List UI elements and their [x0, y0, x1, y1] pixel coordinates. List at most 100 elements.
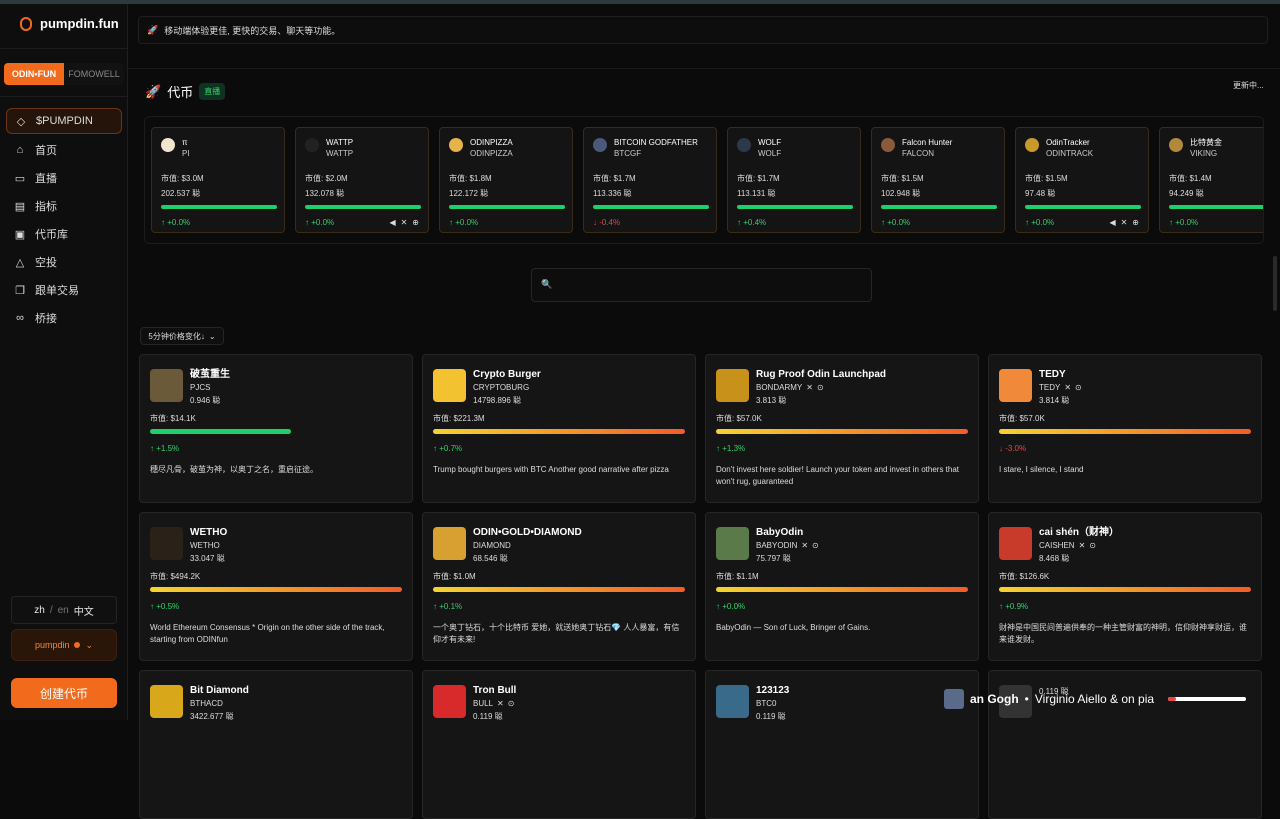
globe-icon[interactable]: ⊕ [1132, 218, 1139, 227]
x-icon[interactable]: ✕ [1079, 539, 1086, 552]
token-symbol: ODINTRACK [1046, 149, 1094, 158]
token-name: WOLF [758, 138, 782, 147]
lang-zh[interactable]: zh [34, 605, 45, 616]
scrollbar[interactable] [1273, 256, 1277, 311]
bonding-progress-bar [999, 587, 1251, 592]
sidebar-item-label: 跟单交易 [35, 285, 79, 297]
progress-bar[interactable] [1168, 697, 1247, 701]
trending-card[interactable]: 比特黄金 VIKING 市值: $1.4M 94.249 聪 ↑ +0.0% [1159, 127, 1263, 233]
token-image [716, 527, 749, 560]
toggle-fomowell[interactable]: FOMOWELL [64, 63, 124, 85]
trending-card[interactable]: WATTP WATTP 市值: $2.0M 132.078 聪 ↑ +0.0% ◀ ✕ ⊕ [295, 127, 429, 233]
chevron-down-icon: ⌄ [208, 331, 216, 341]
price-change: ↑ +0.5% [150, 602, 180, 611]
platform-toggle: ODIN•FUN FOMOWELL [4, 63, 124, 85]
token-card[interactable]: cai shén（财神） CAISHEN ✕ ⊙ 8.468 聪市值: $126.6K ↑… [988, 512, 1262, 661]
sidebar-item-pumpdin[interactable]: ◇ $PUMPDIN [6, 108, 122, 134]
player-dot: • [1024, 692, 1029, 706]
sort-select[interactable]: 5分钟价格变化↓ ⌄ [140, 327, 224, 345]
sidebar-item-home[interactable]: ⌂ 首页 [6, 136, 122, 164]
token-card[interactable]: WETHO WETHO 33.047 聪市值: $494.2K ↑ +0.5% Worl… [139, 512, 413, 661]
brand-logo[interactable]: pumpdin.fun [20, 16, 119, 31]
language-switcher[interactable]: zh / en 中文 [11, 596, 117, 624]
toggle-odinfun[interactable]: ODIN•FUN [4, 63, 64, 85]
price-change: ↑ +0.0% [1025, 218, 1055, 227]
media-player[interactable]: an Gogh • Virginio Aiello & on pia [944, 686, 1280, 712]
token-symbol: BTHACD [190, 699, 223, 708]
x-icon[interactable]: ✕ [1064, 381, 1071, 394]
price-change: ↓ -3.0% [999, 444, 1027, 453]
sidebar-item-bridge[interactable]: ∞ 桥接 [6, 304, 122, 332]
trending-card[interactable]: ODINPIZZA ODINPIZZA 市值: $1.8M 122.172 聪 ↑ +0… [439, 127, 573, 233]
market-cap: 市值: $1.5M [881, 174, 924, 183]
sidebar-item-label: 桥接 [35, 313, 57, 325]
bonding-progress-bar [433, 429, 685, 434]
holders-value: 113.131 聪 [737, 189, 776, 198]
token-name: Bit Diamond [190, 685, 249, 696]
token-name: Crypto Burger [473, 369, 541, 380]
token-card[interactable]: 123123 BTC0 0.119 聪 [705, 670, 979, 819]
token-symbol: VIKING [1190, 149, 1218, 158]
sidebar-item-airdrop[interactable]: △ 空投 [6, 248, 122, 276]
price-change: ↑ +0.7% [433, 444, 463, 453]
market-cap: 市值: $57.0K [716, 414, 762, 423]
token-description: 财神是中国民间普遍供奉的一种主管财富的神明，信仰财神享财运，谁来谁发财。 [999, 623, 1247, 644]
trending-card[interactable]: OdinTracker ODINTRACK 市值: $1.5M 97.48 聪 ↑ +0… [1015, 127, 1149, 233]
lang-en[interactable]: en [58, 605, 69, 616]
globe-icon[interactable]: ⊙ [812, 539, 819, 552]
token-card[interactable]: Rug Proof Odin Launchpad BONDARMY ✕ ⊙ 3.813 … [705, 354, 979, 503]
x-icon[interactable]: ✕ [806, 381, 813, 394]
bonding-progress-bar [150, 429, 291, 434]
token-name: ODINPIZZA [470, 138, 513, 147]
trending-card[interactable]: WOLF WOLF 市值: $1.7M 113.131 聪 ↑ +0.4% [727, 127, 861, 233]
x-icon[interactable]: ✕ [1121, 218, 1128, 227]
token-card[interactable]: Crypto Burger CRYPTOBURG 14798.896 聪市值: $2… [422, 354, 696, 503]
token-image [433, 685, 466, 718]
sidebar-item-metrics[interactable]: ▤ 指标 [6, 192, 122, 220]
bonding-progress-bar [716, 587, 968, 592]
search-icon: 🔍 [541, 279, 553, 289]
holders-value: 102.948 聪 [881, 189, 921, 198]
token-card[interactable]: ODIN•GOLD•DIAMOND DIAMOND 68.546 聪市值: $1.0… [422, 512, 696, 661]
token-symbol: WETHO [190, 541, 220, 550]
globe-icon[interactable]: ⊙ [817, 381, 824, 394]
telegram-icon[interactable]: ◀ [389, 218, 395, 227]
token-card[interactable]: BabyOdin BABYODIN ✕ ⊙ 75.797 聪市值: $1.1M ↑ +0.… [705, 512, 979, 661]
globe-icon[interactable]: ⊙ [1075, 381, 1082, 394]
create-token-button[interactable]: 创建代币 [11, 678, 117, 708]
sort-label: 5分钟价格变化↓ [148, 331, 205, 341]
sats-value: 8.468 聪 [1039, 554, 1070, 563]
globe-icon[interactable]: ⊕ [412, 218, 419, 227]
market-cap: 市值: $1.1M [716, 572, 759, 581]
bonding-progress-bar [999, 429, 1251, 434]
trending-card[interactable]: π PI 市值: $3.0M 202.537 聪 ↑ +0.0% [151, 127, 285, 233]
sidebar-item-token-library[interactable]: ▣ 代币库 [6, 220, 122, 248]
token-card[interactable]: 破茧重生 PJCS 0.946 聪市值: $14.1K ↑ +1.5% 穗尽凡骨，破茧为… [139, 354, 413, 503]
status-dot-icon [74, 642, 81, 648]
token-icon [593, 138, 607, 152]
trending-card[interactable]: Falcon Hunter FALCON 市值: $1.5M 102.948 聪 ↑ +… [871, 127, 1005, 233]
token-card[interactable]: Bit Diamond BTHACD 3422.677 聪 [139, 670, 413, 819]
token-icon [449, 138, 463, 152]
globe-icon[interactable]: ⊙ [508, 697, 515, 710]
card-header: π PI [161, 137, 275, 159]
bonding-progress-bar [433, 587, 685, 592]
price-change: ↑ +0.0% [716, 602, 746, 611]
x-icon[interactable]: ✕ [497, 697, 504, 710]
search-input[interactable]: 🔍 [531, 268, 872, 302]
telegram-icon[interactable]: ◀ [1109, 218, 1115, 227]
video-icon: ▭ [14, 172, 26, 185]
token-card[interactable]: TEDY TEDY ✕ ⊙ 3.814 聪市值: $57.0K ↓ -3.0% I star… [988, 354, 1262, 503]
x-icon[interactable]: ✕ [801, 539, 808, 552]
link-icon: ∞ [16, 312, 24, 324]
token-symbol: BONDARMY [756, 383, 803, 392]
sidebar-item-copy-trade[interactable]: ❐ 跟单交易 [6, 276, 122, 304]
token-image [150, 527, 183, 560]
token-card[interactable]: Tron Bull BULL ✕ ⊙ 0.119 聪 [422, 670, 696, 819]
token-icon [1025, 138, 1039, 152]
sidebar-item-live[interactable]: ▭ 直播 [6, 164, 122, 192]
globe-icon[interactable]: ⊙ [1089, 539, 1096, 552]
x-icon[interactable]: ✕ [401, 218, 408, 227]
wallet-button[interactable]: pumpdin ⌄ [11, 629, 117, 661]
trending-card[interactable]: BITCOIN GODFATHER BTCGF 市值: $1.7M 113.336 聪… [583, 127, 717, 233]
